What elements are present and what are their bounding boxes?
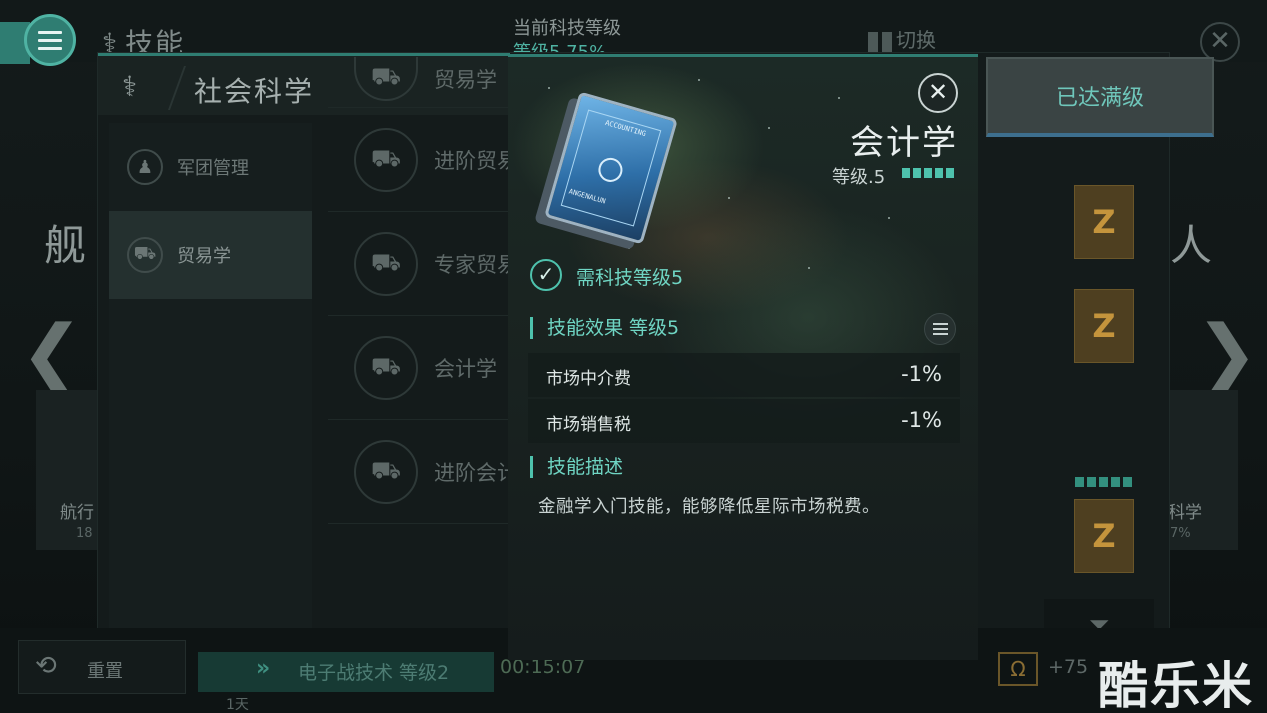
level-dots: [1075, 477, 1132, 487]
skill-label: 进阶贸易学: [434, 148, 508, 173]
level-dot: [1075, 477, 1084, 487]
skillbook-card-image: ACCOUNTING ANGENALUN: [544, 91, 678, 245]
requirement-text: 需科技等级5: [576, 267, 684, 289]
check-icon: ✓: [530, 259, 562, 291]
cart-icon: ⛟: [127, 237, 163, 273]
effect-value: -1%: [901, 408, 942, 432]
star: [768, 127, 770, 129]
menu-line-icon: [932, 333, 948, 335]
switch-label: 切换: [896, 28, 936, 52]
category-list: ♟ 军团管理 ⛟ 贸易学: [109, 123, 312, 661]
cart-icon: ⛟: [354, 127, 418, 192]
effect-name: 市场销售税: [546, 415, 631, 435]
skill-window-title: 社会科学: [194, 75, 315, 108]
maxed-button[interactable]: 已达满级: [986, 57, 1214, 137]
reset-button[interactable]: ⟲ 重置: [18, 640, 186, 694]
star: [548, 87, 550, 89]
reset-icon: ⟲: [35, 651, 57, 681]
skill-row[interactable]: ⛟ 进阶贸易学: [328, 108, 508, 212]
close-icon[interactable]: ✕: [1200, 22, 1240, 62]
ship-card-left-label: 航行: [60, 503, 94, 523]
effects-heading: 技能效果 等级5: [530, 317, 679, 339]
reset-label: 重置: [87, 661, 123, 682]
effect-row: 市场销售税 -1%: [528, 399, 960, 443]
category-label: 贸易学: [177, 246, 231, 267]
omega-value: +75: [1048, 656, 1089, 678]
effects-menu-button[interactable]: [924, 313, 956, 345]
star: [808, 267, 810, 269]
cart-icon: ⛟: [354, 56, 418, 101]
level-dot: [1123, 477, 1132, 487]
queue-days: 1天: [226, 697, 249, 713]
level-dot: [924, 168, 932, 178]
level-dot: [1111, 477, 1120, 487]
level-dot: [913, 168, 921, 178]
current-level-label: 当前科技等级: [513, 18, 621, 39]
locked-z-icon[interactable]: Z: [1074, 289, 1134, 363]
star: [728, 197, 730, 199]
skill-label: 进阶会计学: [434, 460, 508, 485]
level-dot: [935, 168, 943, 178]
switch-button[interactable]: 切换: [868, 24, 936, 53]
category-label: 军团管理: [177, 158, 249, 179]
skill-label: 会计学: [434, 356, 497, 381]
skill-label: 专家贸易学: [434, 252, 508, 277]
header-divider: [167, 66, 187, 110]
skill-level: 等级.5: [832, 167, 886, 188]
level-dot: [1099, 477, 1108, 487]
skill-description: 金融学入门技能，能够降低星际市场税费。: [538, 497, 880, 517]
effect-row: 市场中介费 -1%: [528, 353, 960, 397]
category-item-trade[interactable]: ⛟ 贸易学: [109, 211, 312, 299]
ship-card-left-num: 18: [76, 526, 93, 541]
background-person-text: 人: [1170, 221, 1213, 270]
ship-card-right-label: 科学: [1168, 503, 1202, 523]
menu-line-icon: [932, 323, 948, 325]
star: [698, 79, 700, 81]
cart-icon: ⛟: [354, 439, 418, 504]
skill-detail-popup: ACCOUNTING ANGENALUN ✕ 会计学 等级.5 ✓ 需科技等级5…: [508, 54, 978, 660]
level-dot: [946, 168, 954, 178]
locked-z-icon[interactable]: Z: [1074, 185, 1134, 259]
skill-label: 贸易学: [434, 67, 497, 92]
omega-icon[interactable]: Ω: [998, 652, 1038, 686]
skill-row[interactable]: ⛟ 进阶会计学: [328, 420, 508, 524]
person-icon: ♟: [127, 149, 163, 185]
star: [628, 247, 630, 249]
skill-row[interactable]: ⛟ 会计学: [328, 316, 508, 420]
menu-line-icon: [38, 46, 62, 50]
menu-line-icon: [38, 38, 62, 42]
cart-icon: ⛟: [354, 231, 418, 296]
switch-icon: [882, 31, 892, 52]
cart-icon: ⛟: [354, 335, 418, 400]
ship-card-right-num: 7%: [1170, 526, 1191, 541]
background-ship-text: 舰: [44, 221, 87, 270]
star: [838, 97, 840, 99]
chevron-right-icon[interactable]: ❯: [1195, 308, 1259, 397]
skill-list: ⛟ 贸易学 ⛟ 进阶贸易学 ⛟ 专家贸易学 ⛟ 会计学 ⛟ 进阶会计学: [328, 56, 508, 524]
queue-skill-label: 电子战技术 等级2: [298, 662, 450, 684]
level-dot: [902, 168, 910, 178]
hamburger-menu-button[interactable]: [24, 14, 76, 66]
watermark-logo: 酷乐米: [1098, 657, 1254, 713]
description-heading: 技能描述: [530, 456, 623, 478]
dna-icon: ⚕: [122, 70, 138, 103]
skill-level-dots: [902, 168, 954, 178]
double-chevron-icon: »: [256, 656, 271, 681]
close-icon[interactable]: ✕: [918, 73, 958, 113]
menu-line-icon: [38, 30, 62, 34]
level-dot: [1087, 477, 1096, 487]
skill-row[interactable]: ⛟ 贸易学: [328, 50, 508, 108]
skill-name: 会计学: [850, 123, 958, 163]
skill-row[interactable]: ⛟ 专家贸易学: [328, 212, 508, 316]
effect-name: 市场中介费: [546, 369, 631, 389]
menu-line-icon: [932, 328, 948, 330]
chevron-left-icon[interactable]: ❮: [20, 308, 84, 397]
star: [888, 217, 890, 219]
switch-icon: [868, 31, 878, 52]
locked-z-icon[interactable]: Z: [1074, 499, 1134, 573]
category-item-corp-management[interactable]: ♟ 军团管理: [109, 123, 312, 211]
training-queue-bar[interactable]: » 电子战技术 等级2: [198, 652, 494, 692]
effect-value: -1%: [901, 362, 942, 386]
